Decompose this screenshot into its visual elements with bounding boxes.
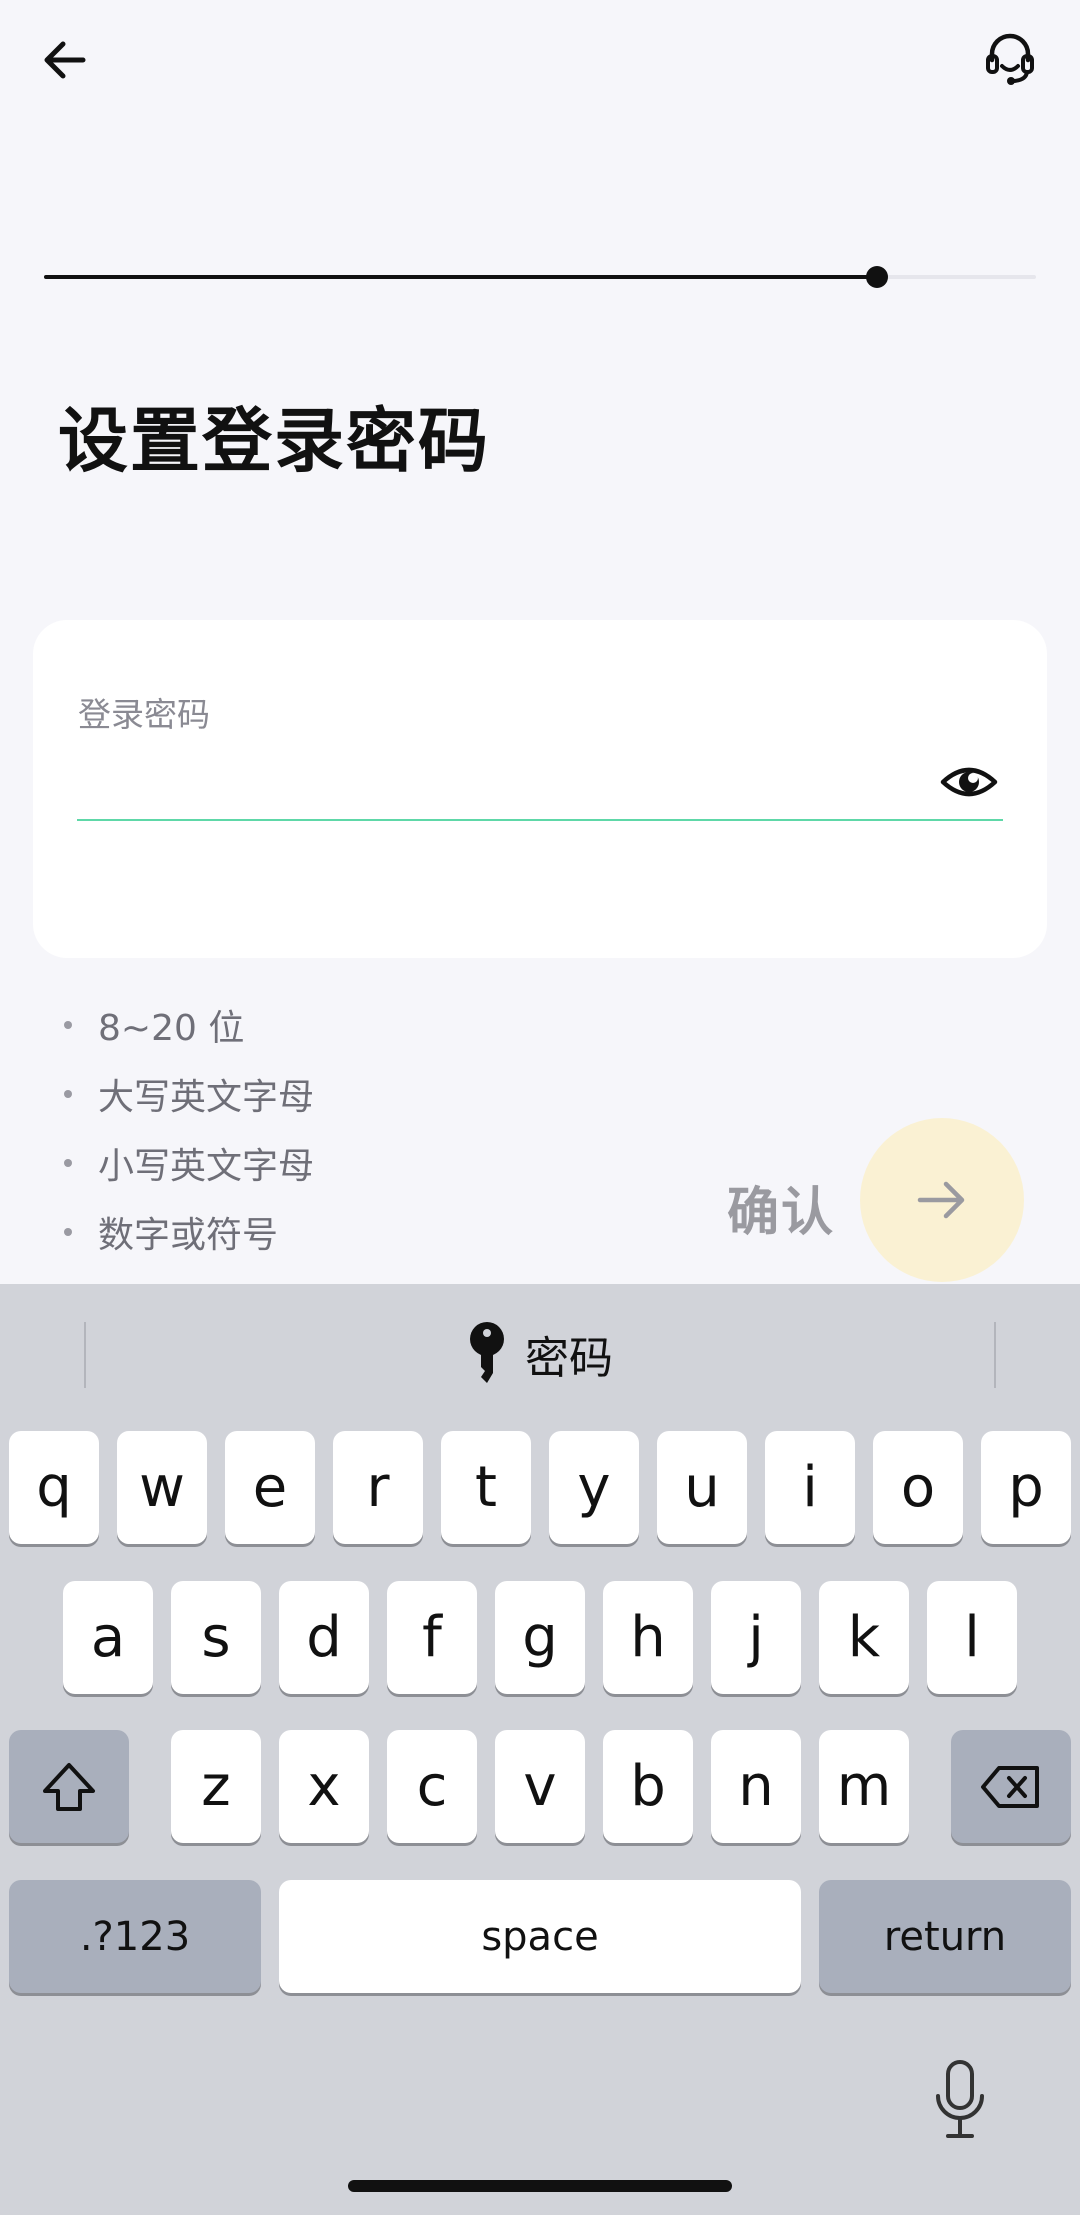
password-field-label: 登录密码 bbox=[78, 695, 210, 734]
key-a[interactable]: a bbox=[63, 1581, 153, 1694]
key-s[interactable]: s bbox=[171, 1581, 261, 1694]
microphone-icon bbox=[936, 2060, 984, 2138]
key-y[interactable]: y bbox=[549, 1431, 639, 1544]
progress-knob bbox=[866, 266, 888, 288]
rule-text: 8~20 位 bbox=[98, 1007, 245, 1049]
shift-key[interactable] bbox=[9, 1730, 129, 1843]
key-n[interactable]: n bbox=[711, 1730, 801, 1843]
arrow-left-icon bbox=[44, 41, 86, 79]
password-card: 登录密码 bbox=[33, 620, 1047, 958]
key-l[interactable]: l bbox=[927, 1581, 1017, 1694]
rule-item: 数字或符号 bbox=[58, 1197, 314, 1266]
confirm-label: 确认 bbox=[727, 1183, 836, 1243]
eye-icon bbox=[940, 767, 998, 797]
key-z[interactable]: z bbox=[171, 1730, 261, 1843]
password-rules: 8~20 位 大写英文字母 小写英文字母 数字或符号 bbox=[58, 990, 314, 1266]
arrow-right-icon bbox=[917, 1181, 965, 1219]
rule-text: 数字或符号 bbox=[98, 1214, 279, 1256]
key-w[interactable]: w bbox=[117, 1431, 207, 1544]
key-f[interactable]: f bbox=[387, 1581, 477, 1694]
key-j[interactable]: j bbox=[711, 1581, 801, 1694]
rule-item: 8~20 位 bbox=[58, 990, 314, 1059]
key-icon bbox=[467, 1321, 507, 1387]
key-h[interactable]: h bbox=[603, 1581, 693, 1694]
customer-support-button[interactable] bbox=[975, 25, 1045, 95]
shift-icon bbox=[43, 1762, 95, 1811]
back-button[interactable] bbox=[30, 25, 100, 95]
key-m[interactable]: m bbox=[819, 1730, 909, 1843]
key-k[interactable]: k bbox=[819, 1581, 909, 1694]
toggle-password-visibility-button[interactable] bbox=[937, 750, 1001, 814]
key-e[interactable]: e bbox=[225, 1431, 315, 1544]
key-o[interactable]: o bbox=[873, 1431, 963, 1544]
password-suggestion[interactable]: 密码 bbox=[0, 1284, 1080, 1424]
key-d[interactable]: d bbox=[279, 1581, 369, 1694]
home-indicator[interactable] bbox=[348, 2180, 732, 2192]
return-key[interactable]: return bbox=[819, 1880, 1071, 1993]
key-i[interactable]: i bbox=[765, 1431, 855, 1544]
rule-item: 大写英文字母 bbox=[58, 1059, 314, 1128]
key-p[interactable]: p bbox=[981, 1431, 1071, 1544]
key-c[interactable]: c bbox=[387, 1730, 477, 1843]
password-field-underline bbox=[77, 819, 1003, 821]
key-u[interactable]: u bbox=[657, 1431, 747, 1544]
headset-icon bbox=[986, 33, 1034, 85]
progress-bar bbox=[44, 266, 1036, 288]
space-key[interactable]: space bbox=[279, 1880, 801, 1993]
keyboard: 密码 q w e r t y u i o p a s d f g h j k l… bbox=[0, 1284, 1080, 2215]
key-q[interactable]: q bbox=[9, 1431, 99, 1544]
page-title: 设置登录密码 bbox=[58, 400, 490, 482]
key-g[interactable]: g bbox=[495, 1581, 585, 1694]
key-b[interactable]: b bbox=[603, 1730, 693, 1843]
key-v[interactable]: v bbox=[495, 1730, 585, 1843]
delete-key[interactable] bbox=[951, 1730, 1071, 1843]
confirm-button[interactable] bbox=[860, 1118, 1024, 1282]
key-x[interactable]: x bbox=[279, 1730, 369, 1843]
key-t[interactable]: t bbox=[441, 1431, 531, 1544]
rule-text: 大写英文字母 bbox=[98, 1076, 315, 1118]
numbers-key[interactable]: .?123 bbox=[9, 1880, 261, 1993]
progress-fill bbox=[44, 275, 877, 279]
suggestion-label: 密码 bbox=[525, 1333, 613, 1384]
password-input[interactable] bbox=[77, 740, 941, 802]
rule-text: 小写英文字母 bbox=[98, 1145, 315, 1187]
dictation-button[interactable] bbox=[925, 2055, 995, 2145]
suggestion-bar: 密码 bbox=[0, 1284, 1080, 1424]
rule-item: 小写英文字母 bbox=[58, 1128, 314, 1197]
backspace-icon bbox=[981, 1765, 1039, 1808]
key-r[interactable]: r bbox=[333, 1431, 423, 1544]
